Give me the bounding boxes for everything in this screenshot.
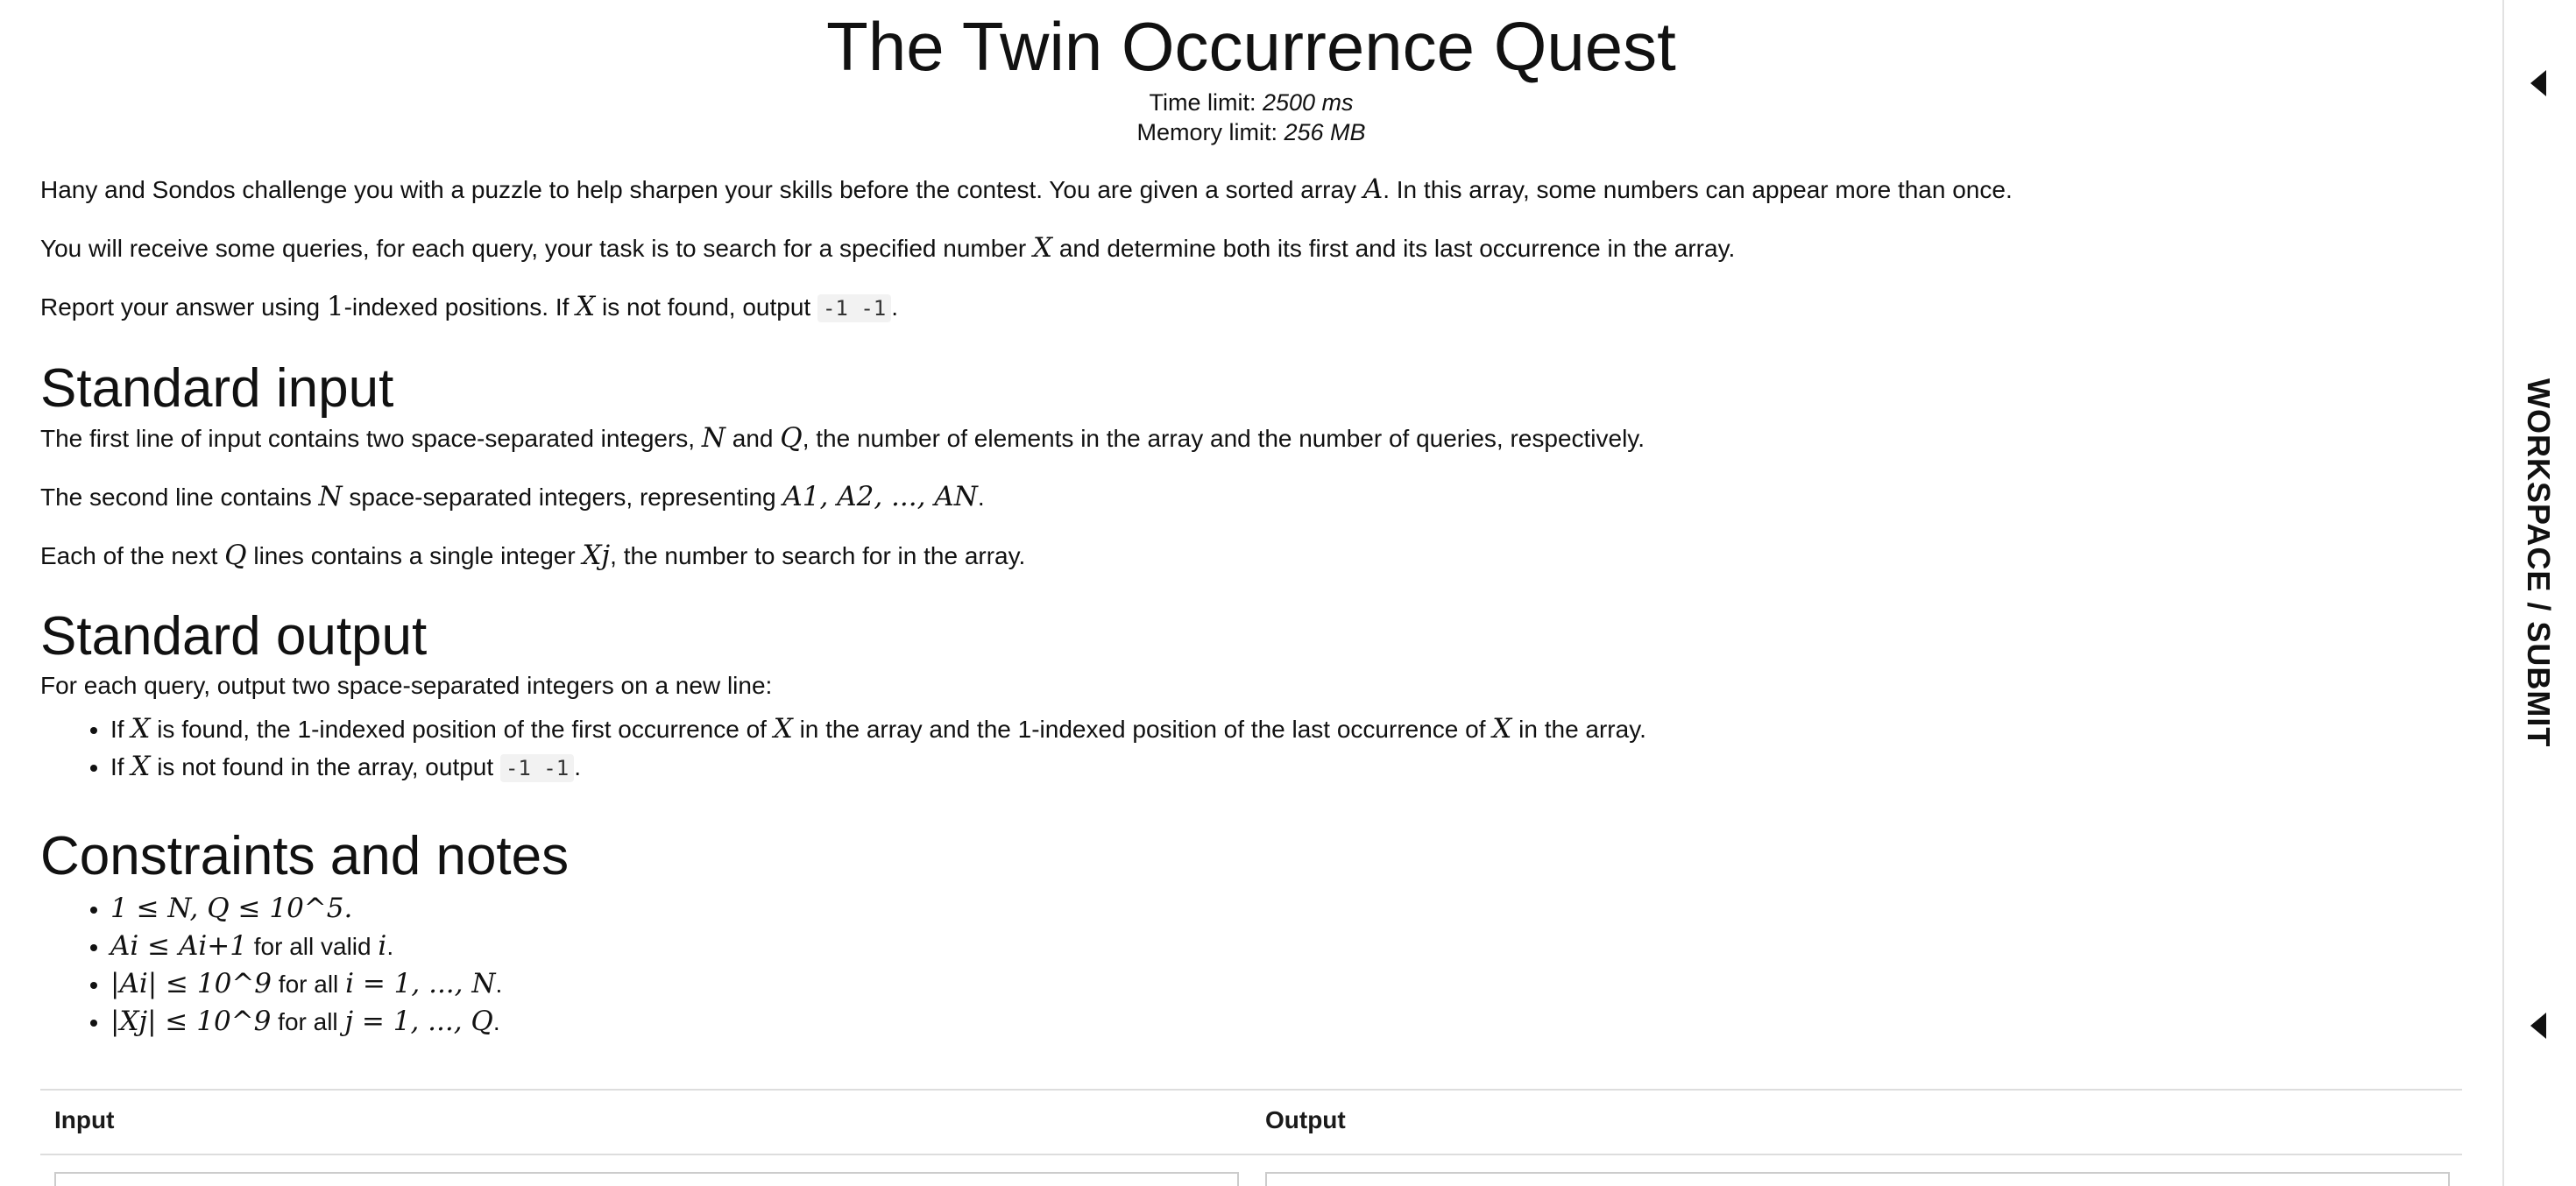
statement-paragraph: You will receive some queries, for each …: [40, 232, 2459, 265]
math-expression: A1, A2, ..., AN: [782, 481, 978, 512]
math-var: N: [318, 481, 343, 512]
text: The second line contains: [40, 484, 319, 511]
text: . In this array, some numbers can appear…: [1383, 176, 2013, 203]
text: .: [977, 484, 985, 511]
example-output-label: Output: [1265, 1106, 1346, 1133]
list-item: |Xj| ≤ 10^9 for all j = 1, ..., Q.: [110, 1003, 2459, 1041]
math-var: Xj: [582, 540, 611, 571]
math-expression: |Xj| ≤ 10^9: [110, 1006, 272, 1037]
statement-paragraph: Report your answer using 1-indexed posit…: [40, 291, 2459, 324]
text: space-separated integers, representing: [342, 484, 783, 511]
math-num: 1: [326, 291, 344, 322]
text: is not found in the array, output: [150, 753, 500, 780]
text: is not found, output: [595, 293, 817, 321]
workspace-sidebar[interactable]: WORKSPACE / SUBMIT: [2502, 0, 2576, 1186]
limits-block: Time limit: 2500 ms Memory limit: 256 MB: [0, 88, 2502, 147]
constraints-list: 1 ≤ N, Q ≤ 10^5. Ai ≤ Ai+1 for all valid…: [40, 890, 2459, 1041]
math-var: Q: [224, 540, 247, 571]
examples-header: Input Output: [40, 1089, 2462, 1155]
text: .: [495, 971, 503, 998]
text: .: [386, 933, 394, 960]
text: -indexed positions. If: [343, 293, 577, 321]
time-limit: Time limit: 2500 ms: [0, 88, 2502, 117]
collapse-left-arrow-icon[interactable]: [2530, 1013, 2546, 1039]
text: , the number of elements in the array an…: [802, 425, 1645, 452]
time-limit-value: 2500 ms: [1262, 89, 1354, 116]
example-output-box[interactable]: [1265, 1172, 2450, 1186]
inline-code: -1 -1: [499, 754, 575, 782]
text: , the number to search for in the array.: [610, 542, 1026, 569]
workspace-submit-tab[interactable]: WORKSPACE / SUBMIT: [2520, 378, 2557, 747]
text: for all: [272, 971, 346, 998]
math-var: X: [576, 291, 596, 322]
collapse-left-arrow-icon[interactable]: [2530, 70, 2546, 96]
text: Hany and Sondos challenge you with a puz…: [40, 176, 1363, 203]
memory-limit-value: 256 MB: [1284, 119, 1366, 145]
text: in the array and the 1-indexed position …: [792, 716, 1493, 743]
section-heading-constraints: Constraints and notes: [40, 826, 570, 886]
statement-content: Hany and Sondos challenge you with a puz…: [40, 173, 2459, 1041]
input-paragraph: Each of the next Q lines contains a sing…: [40, 540, 2459, 572]
text: lines contains a single integer: [246, 542, 583, 569]
math-expression: |Ai| ≤ 10^9: [110, 968, 272, 999]
memory-limit-label: Memory limit:: [1136, 119, 1284, 145]
text: The first line of input contains two spa…: [40, 425, 702, 452]
math-var: A: [1362, 173, 1384, 205]
output-intro: For each query, output two space-separat…: [40, 670, 2459, 702]
input-paragraph: The second line contains N space-separat…: [40, 481, 2459, 513]
math-expression: Ai ≤ Ai+1: [110, 930, 247, 962]
list-item: If X is not found in the array, output -…: [110, 748, 2459, 787]
math-expression: i = 1, ..., N: [345, 968, 496, 999]
math-expression: j = 1, ..., Q: [344, 1006, 493, 1037]
text: is found, the 1-indexed position of the …: [150, 716, 774, 743]
section-heading-output: Standard output: [40, 606, 428, 667]
text: .: [492, 1008, 500, 1035]
text: and determine both its first and its las…: [1052, 235, 1736, 262]
problem-statement-panel: The Twin Occurrence Quest Time limit: 25…: [0, 0, 2502, 1186]
example-input-box[interactable]: [54, 1172, 1239, 1186]
text: for all valid: [246, 933, 379, 960]
text: Report your answer using: [40, 293, 327, 321]
math-expression: 1 ≤ N, Q ≤ 10^5.: [110, 893, 353, 924]
inline-code: -1 -1: [817, 294, 892, 322]
list-item: 1 ≤ N, Q ≤ 10^5.: [110, 890, 2459, 928]
input-paragraph: The first line of input contains two spa…: [40, 422, 2459, 455]
output-list: If X is found, the 1-indexed position of…: [40, 710, 2459, 787]
text: for all: [271, 1008, 345, 1035]
list-item: If X is found, the 1-indexed position of…: [110, 710, 2459, 748]
text: .: [574, 753, 581, 780]
math-var: X: [1033, 232, 1053, 264]
text: You will receive some queries, for each …: [40, 235, 1033, 262]
math-var: X: [131, 751, 151, 782]
text: in the array.: [1511, 716, 1646, 743]
math-var: i: [378, 930, 387, 962]
memory-limit: Memory limit: 256 MB: [0, 117, 2502, 147]
time-limit-label: Time limit:: [1149, 89, 1263, 116]
math-var: Q: [780, 422, 803, 454]
example-input-label: Input: [54, 1106, 115, 1133]
text: Each of the next: [40, 542, 225, 569]
text: and: [725, 425, 781, 452]
math-var: X: [1492, 713, 1512, 745]
section-heading-input: Standard input: [40, 358, 394, 419]
statement-paragraph: Hany and Sondos challenge you with a puz…: [40, 173, 2459, 206]
math-var: X: [773, 713, 793, 745]
text: For each query, output two space-separat…: [40, 672, 773, 699]
math-var: X: [131, 713, 151, 745]
list-item: |Ai| ≤ 10^9 for all i = 1, ..., N.: [110, 965, 2459, 1003]
text: If: [110, 716, 131, 743]
text: If: [110, 753, 131, 780]
list-item: Ai ≤ Ai+1 for all valid i.: [110, 928, 2459, 965]
page-title: The Twin Occurrence Quest: [826, 8, 1676, 85]
text: .: [891, 293, 899, 321]
math-var: N: [701, 422, 725, 454]
